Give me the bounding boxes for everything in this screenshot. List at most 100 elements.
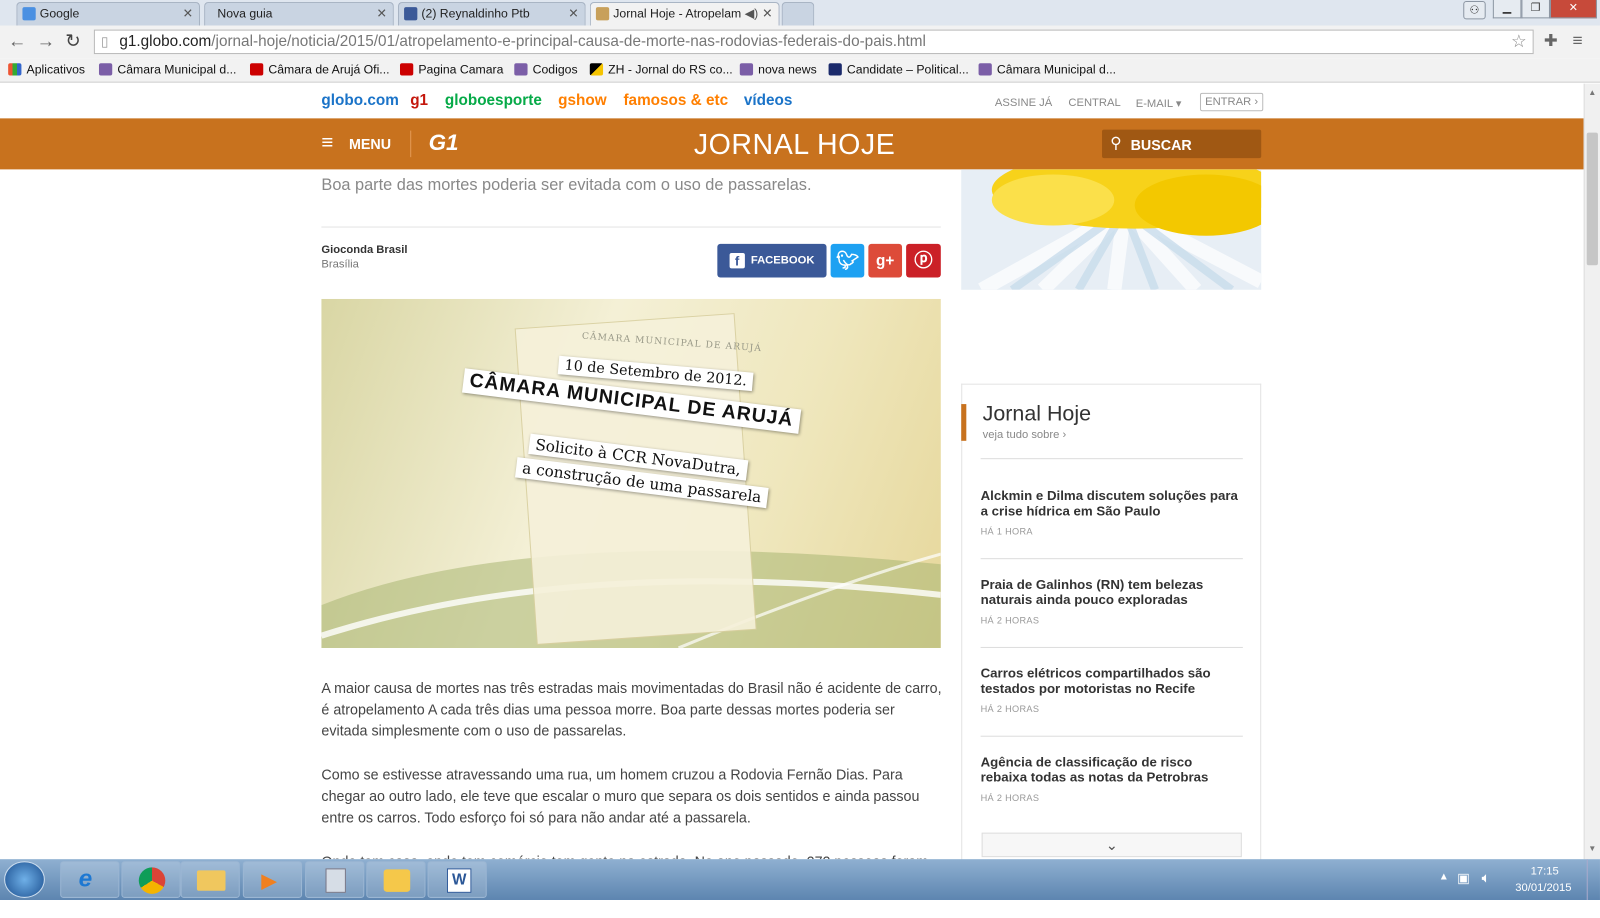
taskbar-ie[interactable]: e (60, 861, 120, 898)
news-time: HÁ 2 HORAS (980, 615, 1040, 626)
article-image[interactable]: CÂMARA MUNICIPAL DE ARUJÁ 10 de Setembro… (321, 298, 941, 648)
author-name: Gioconda Brasil (321, 243, 408, 257)
bookmark-item[interactable]: Câmara de Arujá Ofi... (248, 62, 390, 77)
news-item[interactable]: Alckmin e Dilma discutem soluções para a… (981, 488, 1242, 537)
tray-arrow-icon[interactable]: ▲ (1439, 871, 1449, 882)
gplus-share-button[interactable]: g+ (868, 243, 903, 278)
restore-button[interactable]: ❐ (1521, 0, 1550, 19)
search-label: BUSCAR (1130, 136, 1192, 154)
close-icon[interactable]: ✕ (762, 3, 772, 24)
page-icon: ▯ (101, 33, 109, 49)
gshow-link[interactable]: gshow (558, 92, 606, 109)
tab-nova-guia[interactable]: Nova guia ✕ (204, 2, 394, 26)
profile-icon[interactable]: ⚇ (1463, 1, 1486, 20)
address-bar[interactable]: ▯ g1.globo.com/jornal-hoje/noticia/2015/… (93, 29, 1534, 55)
sidebar-ad[interactable] (961, 169, 1262, 290)
globoesporte-link[interactable]: globoesporte (445, 92, 542, 109)
close-icon[interactable]: ✕ (376, 3, 386, 24)
load-more-button[interactable]: ⌄ (981, 832, 1242, 858)
sidebar-title[interactable]: Jornal Hoje (983, 402, 1091, 426)
pinterest-share-button[interactable]: ⓟ (906, 243, 941, 278)
site-header: ≡ MENU G1 JORNAL HOJE ⚲ BUSCAR (0, 118, 1584, 170)
candidate-icon (828, 63, 842, 76)
scroll-thumb[interactable] (1586, 132, 1598, 266)
forward-icon[interactable]: → (37, 31, 55, 52)
news-title: Agência de classificação de risco rebaix… (980, 754, 1209, 785)
tab-jornal-hoje[interactable]: Jornal Hoje - Atropelam ◀) ✕ (589, 2, 780, 26)
g1-link[interactable]: g1 (410, 92, 428, 109)
menu-icon[interactable]: ≡ (1572, 31, 1582, 51)
news-item[interactable]: Carros elétricos compartilhados são test… (981, 665, 1242, 714)
famosos-link[interactable]: famosos & etc (623, 92, 728, 109)
tab-label: Jornal Hoje - Atropelam (613, 6, 742, 21)
scroll-up-icon[interactable]: ▲ (1585, 88, 1600, 97)
network-icon[interactable]: ▣ (1457, 870, 1470, 886)
new-tab-button[interactable] (781, 2, 815, 26)
taskbar-calculator[interactable] (305, 861, 365, 898)
news-time: HÁ 1 HORA (980, 526, 1033, 537)
page-scrollbar[interactable]: ▲ ▼ (1583, 83, 1600, 860)
bookmark-item[interactable]: Câmara Municipal d... (977, 62, 1116, 77)
site-icon (978, 63, 992, 76)
bookmark-item[interactable]: Candidate – Political... (827, 62, 969, 77)
news-title: Praia de Galinhos (RN) tem belezas natur… (980, 576, 1204, 608)
taskbar-explorer[interactable] (180, 861, 240, 898)
show-desktop-button[interactable] (1586, 859, 1600, 900)
g1-logo[interactable]: G1 (429, 130, 459, 157)
twitter-share-button[interactable]: 🐦︎ (830, 243, 865, 278)
news-item[interactable]: Praia de Galinhos (RN) tem belezas natur… (981, 577, 1242, 626)
browser-toolbar: ← → ↻ ▯ g1.globo.com/jornal-hoje/noticia… (0, 25, 1600, 59)
bookmark-item[interactable]: ZH - Jornal do RS co... (588, 62, 733, 77)
taskbar-chrome[interactable] (121, 861, 181, 898)
clock-time[interactable]: 17:15 (1531, 865, 1559, 877)
back-icon[interactable]: ← (8, 31, 26, 52)
facebook-favicon-icon (404, 7, 418, 21)
facebook-share-button[interactable]: f FACEBOOK (717, 243, 827, 278)
sidebar-subtitle[interactable]: veja tudo sobre › (983, 429, 1067, 441)
bookmark-item[interactable]: Pagina Camara (398, 62, 503, 77)
taskbar-word[interactable]: W (427, 861, 487, 898)
extension-icon[interactable]: ✚ (1544, 31, 1558, 51)
minimize-button[interactable]: ▁ (1492, 0, 1522, 19)
taskbar-outlook[interactable] (366, 861, 426, 898)
tab-google[interactable]: Google ✕ (16, 2, 200, 26)
bookmark-item[interactable]: nova news (738, 62, 817, 77)
news-item[interactable]: Agência de classificação de risco rebaix… (981, 754, 1242, 803)
hamburger-icon[interactable]: ≡ (321, 133, 333, 153)
videos-link[interactable]: vídeos (744, 92, 793, 109)
central-link[interactable]: CENTRAL (1068, 97, 1120, 109)
entrar-button[interactable]: ENTRAR › (1199, 92, 1264, 112)
start-button[interactable] (4, 861, 45, 898)
reload-icon[interactable]: ↻ (65, 31, 80, 52)
twitter-icon: 🐦︎ (835, 249, 860, 271)
scroll-down-icon[interactable]: ▼ (1585, 844, 1600, 853)
media-player-icon: ▶ (261, 870, 277, 893)
tab-label: Google (39, 6, 80, 21)
globo-link[interactable]: globo.com (321, 92, 398, 109)
apps-icon (8, 63, 22, 76)
menu-button[interactable]: MENU (349, 136, 391, 152)
sun-illustration (978, 169, 1262, 290)
close-icon[interactable]: ✕ (568, 3, 578, 24)
clock-date[interactable]: 30/01/2015 (1515, 882, 1571, 894)
email-link[interactable]: E-MAIL ▾ (1136, 97, 1182, 110)
mail-icon (383, 869, 411, 892)
article-paragraph: Onde tem casa, onde tem comércio tem gen… (321, 851, 943, 859)
taskbar-media[interactable]: ▶ (242, 861, 303, 898)
divider (410, 130, 412, 158)
search-box[interactable]: ⚲ BUSCAR (1102, 129, 1262, 159)
google-favicon-icon (22, 7, 36, 21)
star-icon[interactable]: ☆ (1511, 31, 1527, 53)
tab-facebook[interactable]: (2) Reynaldinho Ptb ✕ (397, 2, 586, 26)
bookmark-item[interactable]: Codigos (512, 62, 578, 77)
site-icon (514, 63, 528, 76)
close-icon[interactable]: ✕ (183, 3, 193, 24)
bookmark-item[interactable]: Câmara Municipal d... (97, 62, 236, 77)
bookmark-apps[interactable]: Aplicativos (6, 62, 85, 77)
assine-link[interactable]: ASSINE JÁ (995, 97, 1052, 109)
g1-favicon-icon (595, 7, 610, 21)
speaker-icon: ◀) (744, 6, 759, 21)
divider (321, 226, 941, 228)
volume-icon[interactable]: 🔈︎ (1482, 869, 1491, 886)
close-window-button[interactable]: ✕ (1549, 0, 1597, 19)
